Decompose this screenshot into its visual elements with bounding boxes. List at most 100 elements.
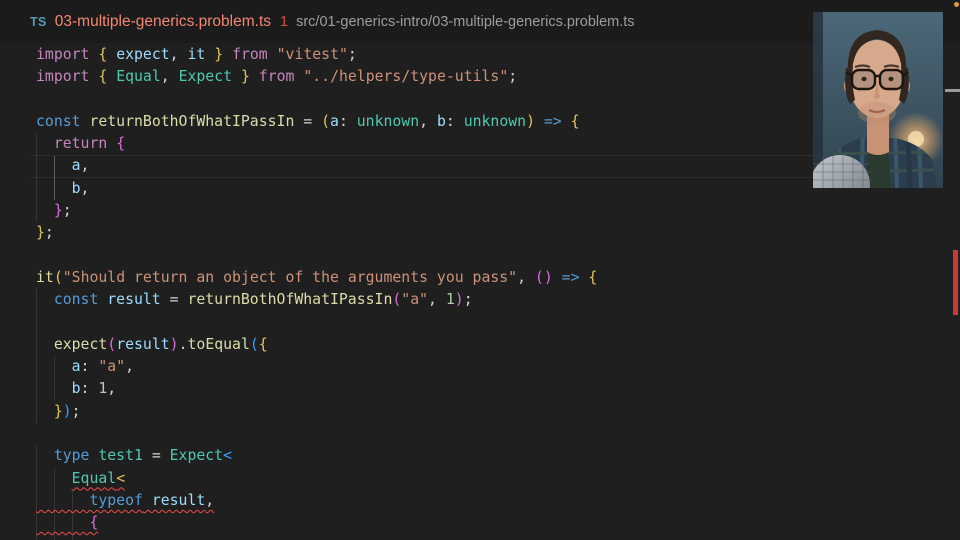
- code-token: ;: [348, 46, 357, 63]
- code-token: =: [294, 113, 321, 130]
- code-line[interactable]: [36, 423, 944, 445]
- problem-count-badge: 1: [280, 14, 288, 30]
- code-line[interactable]: [36, 89, 944, 111]
- code-token: ,: [170, 46, 179, 63]
- code-area[interactable]: import { expect, it } from "vitest";impo…: [36, 44, 944, 535]
- code-line[interactable]: };: [36, 200, 944, 222]
- code-token: ,: [161, 68, 170, 85]
- code-token: ,: [107, 380, 116, 397]
- code-token: {: [571, 113, 580, 130]
- code-line[interactable]: b: 1,: [36, 378, 944, 400]
- code-token: "vitest": [277, 46, 348, 63]
- code-token: 1: [98, 380, 107, 397]
- code-token: }: [36, 403, 63, 420]
- code-line[interactable]: return {: [36, 133, 944, 155]
- code-line[interactable]: type test1 = Expect<: [36, 445, 944, 467]
- code-token: a: [36, 157, 81, 174]
- code-token: [205, 46, 214, 63]
- code-token: {: [116, 135, 125, 152]
- webcam-overlay: [813, 12, 943, 188]
- code-token: [268, 46, 277, 63]
- code-line[interactable]: a: "a",: [36, 356, 944, 378]
- code-token: [232, 68, 241, 85]
- tab-filename[interactable]: 03-multiple-generics.problem.ts: [55, 13, 271, 31]
- breadcrumb[interactable]: src/01-generics-intro/03-multiple-generi…: [296, 14, 634, 30]
- code-token: from: [250, 68, 295, 85]
- code-token: a: [36, 358, 81, 375]
- code-token: b: [437, 113, 446, 130]
- code-line[interactable]: };: [36, 222, 944, 244]
- code-token: (: [54, 269, 63, 286]
- code-token: "a": [401, 291, 428, 308]
- code-token: [36, 470, 72, 487]
- code-token: "Should return an object of the argument…: [63, 269, 517, 286]
- code-token: "a": [98, 358, 125, 375]
- code-token: Expect: [170, 447, 223, 464]
- code-token: test1: [89, 447, 142, 464]
- code-line[interactable]: });: [36, 401, 944, 423]
- code-token: returnBothOfWhatIPassIn: [81, 113, 295, 130]
- ruler-cursor-marker: [945, 89, 960, 92]
- code-token: ,: [81, 157, 90, 174]
- code-token: {: [259, 336, 268, 353]
- code-token: :: [81, 358, 99, 375]
- code-token: return: [36, 135, 107, 152]
- code-token: const: [36, 291, 98, 308]
- code-line[interactable]: {: [36, 512, 944, 534]
- code-line[interactable]: Equal<: [36, 468, 944, 490]
- code-token: returnBothOfWhatIPassIn: [187, 291, 392, 308]
- code-token: b: [36, 380, 81, 397]
- ruler-error-marker: [953, 250, 958, 315]
- code-token: from: [223, 46, 268, 63]
- code-token: <: [223, 447, 232, 464]
- code-token: "../helpers/type-utils": [303, 68, 508, 85]
- code-line[interactable]: import { expect, it } from "vitest";: [36, 44, 944, 66]
- code-token: (: [250, 336, 259, 353]
- code-token: expect: [107, 46, 169, 63]
- code-token: ;: [63, 202, 72, 219]
- overview-ruler[interactable]: [945, 0, 960, 540]
- code-token: }: [241, 68, 250, 85]
- code-token: }: [36, 202, 63, 219]
- code-token: ;: [464, 291, 473, 308]
- code-token: =: [161, 291, 188, 308]
- code-token: unknown: [464, 113, 526, 130]
- code-token: ;: [45, 224, 54, 241]
- code-token: =>: [553, 269, 589, 286]
- code-token: =: [143, 447, 170, 464]
- code-token: result: [143, 492, 205, 509]
- code-token: =>: [535, 113, 571, 130]
- code-line[interactable]: b,: [36, 178, 944, 200]
- code-token: {: [588, 269, 597, 286]
- code-token: type: [36, 447, 89, 464]
- recording-indicator-dot: [954, 2, 959, 7]
- code-line[interactable]: [36, 312, 944, 334]
- code-token: ,: [81, 180, 90, 197]
- code-token: :: [81, 380, 99, 397]
- code-token: ,: [125, 358, 134, 375]
- code-line[interactable]: it("Should return an object of the argum…: [36, 267, 944, 289]
- code-line[interactable]: expect(result).toEqual({: [36, 334, 944, 356]
- code-token: }: [214, 46, 223, 63]
- code-token: (: [107, 336, 116, 353]
- code-token: ;: [72, 403, 81, 420]
- code-token: ): [526, 113, 535, 130]
- code-token: :: [339, 113, 357, 130]
- code-token: (: [321, 113, 330, 130]
- code-token: ): [455, 291, 464, 308]
- code-token: ,: [419, 113, 437, 130]
- code-token: unknown: [357, 113, 419, 130]
- code-line[interactable]: const returnBothOfWhatIPassIn = (a: unkn…: [36, 111, 944, 133]
- code-token: expect: [36, 336, 107, 353]
- code-token: it: [179, 46, 206, 63]
- code-line[interactable]: a,: [36, 155, 944, 177]
- code-line[interactable]: [36, 245, 944, 267]
- code-line[interactable]: typeof result,: [36, 490, 944, 512]
- code-token: 1: [446, 291, 455, 308]
- code-token: const: [36, 113, 81, 130]
- code-line[interactable]: import { Equal, Expect } from "../helper…: [36, 66, 944, 88]
- code-token: typeof: [36, 492, 143, 509]
- code-token: [107, 135, 116, 152]
- code-line[interactable]: const result = returnBothOfWhatIPassIn("…: [36, 289, 944, 311]
- code-token: Expect: [170, 68, 232, 85]
